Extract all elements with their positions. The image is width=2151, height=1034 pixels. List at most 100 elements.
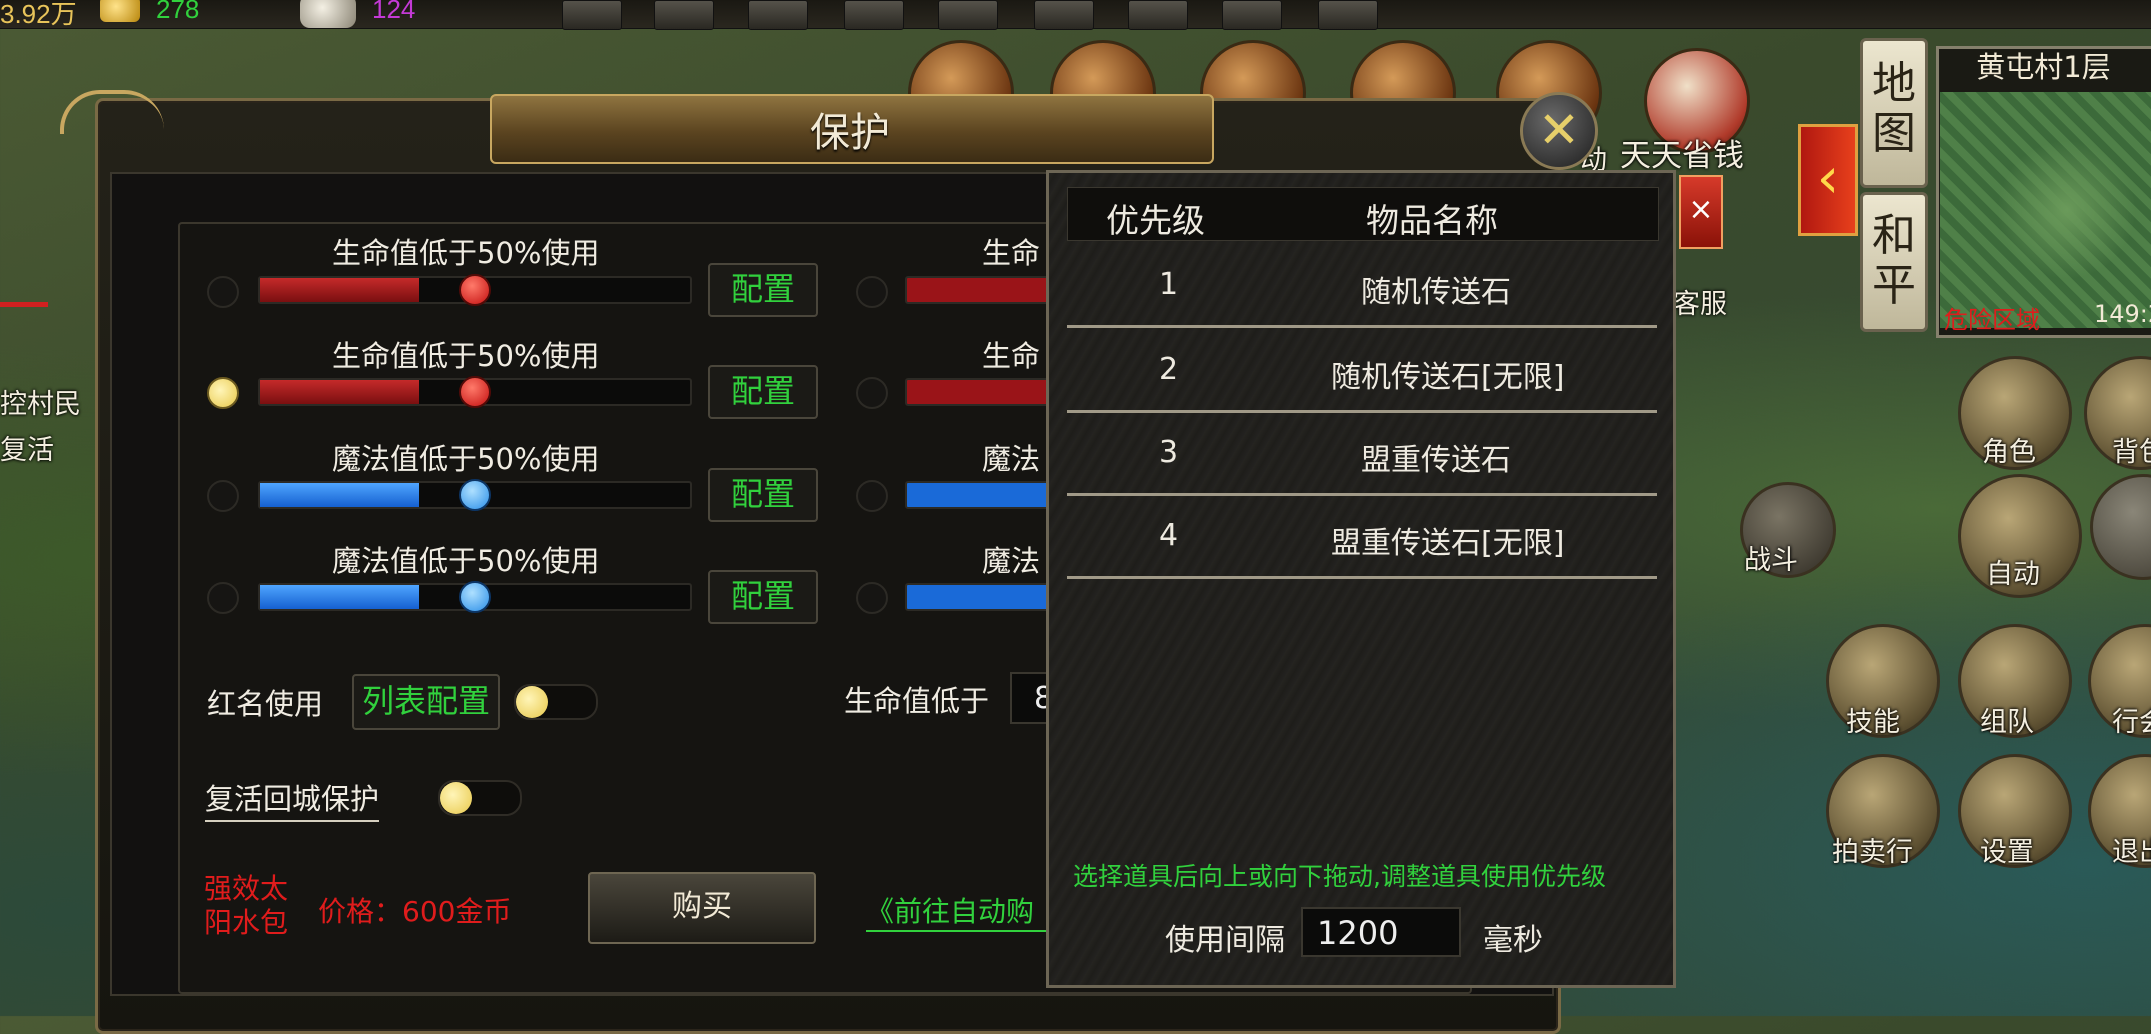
team-label: 组队 xyxy=(1980,707,2034,738)
hp-slider-knob[interactable] xyxy=(459,376,491,408)
gold-amount: 278 xyxy=(156,0,200,24)
potion-name: 强效太 阳水包 xyxy=(204,872,288,940)
auto-label: 自动 xyxy=(1986,559,2040,590)
auction-label: 拍卖行 xyxy=(1832,837,1913,868)
right-row-label: 魔法 xyxy=(982,544,1041,578)
mp-slider-fill xyxy=(260,483,420,507)
right-row-label: 生命 xyxy=(982,236,1041,270)
hp-slider-fill xyxy=(260,278,420,302)
popup-close-button[interactable]: × xyxy=(1679,175,1723,249)
mp-slider-knob[interactable] xyxy=(459,581,491,613)
right-hp-slider[interactable] xyxy=(905,276,1069,304)
right-row-label: 魔法 xyxy=(982,442,1041,476)
top-menu-icon-9[interactable] xyxy=(1318,0,1378,30)
minimap-image xyxy=(1940,92,2151,328)
npc-name-label: 控村民 xyxy=(0,389,81,420)
panel-close-button[interactable]: ✕ xyxy=(1520,92,1598,170)
item-name: 随机传送石 xyxy=(1361,275,1511,310)
danger-zone-label: 危险区域 xyxy=(1944,306,2040,334)
priority-number: 1 xyxy=(1159,267,1179,302)
settings-label: 设置 xyxy=(1980,837,2034,868)
fight-label: 战斗 xyxy=(1744,545,1798,576)
item-name: 随机传送石[无限] xyxy=(1331,360,1565,395)
priority-row[interactable]: 4 盟重传送石[无限] xyxy=(1067,494,1657,579)
item-name: 盟重传送石 xyxy=(1361,443,1511,478)
row-radio[interactable] xyxy=(207,276,239,308)
item-name: 盟重传送石[无限] xyxy=(1331,526,1565,561)
toggle-knob xyxy=(440,782,472,814)
interval-label: 使用间隔 xyxy=(1165,923,1285,958)
header-priority: 优先级 xyxy=(1106,201,1205,240)
peace-button-char: 平 xyxy=(1872,260,1916,311)
buy-button[interactable]: 购买 xyxy=(588,872,816,944)
top-menu-icon-2[interactable] xyxy=(654,0,714,30)
top-menu-icon-5[interactable] xyxy=(938,0,998,30)
revive-short-label: 复活 xyxy=(0,435,54,466)
silver-amount: 3.92万 xyxy=(0,0,77,29)
mp-slider-fill xyxy=(260,585,420,609)
panel-corner-ornament xyxy=(60,90,164,134)
right-row-radio[interactable] xyxy=(856,480,888,512)
exit-label: 退出 xyxy=(2112,837,2151,868)
row-radio[interactable] xyxy=(207,480,239,512)
hp-below-input[interactable]: 8 xyxy=(1010,672,1053,724)
interval-input[interactable]: 1200 xyxy=(1301,907,1461,957)
priority-row[interactable]: 2 随机传送石[无限] xyxy=(1067,328,1657,413)
peace-button-char: 和 xyxy=(1872,210,1916,261)
guild-label: 行会 xyxy=(2112,707,2151,738)
potion-price: 价格：600金币 xyxy=(318,895,512,928)
config-button[interactable]: 配置 xyxy=(708,365,818,419)
right-mp-slider[interactable] xyxy=(905,481,1069,509)
row-radio[interactable] xyxy=(207,582,239,614)
hp-below-label: 生命值低于 xyxy=(844,684,990,718)
red-name-toggle[interactable] xyxy=(514,684,598,720)
revive-toggle[interactable] xyxy=(438,780,522,816)
side-button[interactable] xyxy=(2090,474,2151,580)
top-menu-icon-7[interactable] xyxy=(1128,0,1188,30)
top-menu-icon-6[interactable] xyxy=(1034,0,1094,30)
top-resource-bar: 3.92万 278 124 xyxy=(0,0,2151,30)
priority-row[interactable]: 1 随机传送石 xyxy=(1067,243,1657,328)
right-mp-slider[interactable] xyxy=(905,583,1069,611)
right-row-radio[interactable] xyxy=(856,377,888,409)
right-row-radio[interactable] xyxy=(856,582,888,614)
header-item-name: 物品名称 xyxy=(1366,201,1498,240)
top-menu-icon-1[interactable] xyxy=(562,0,622,30)
revive-protect-label[interactable]: 复活回城保护 xyxy=(205,776,380,822)
saver-label: 天天省钱 xyxy=(1620,138,1744,174)
item-priority-popup: 优先级 物品名称 1 随机传送石 2 随机传送石[无限] 3 盟重传送石 4 盟… xyxy=(1046,170,1676,988)
top-menu-icon-3[interactable] xyxy=(748,0,808,30)
ingot-amount: 124 xyxy=(372,0,416,24)
config-button[interactable]: 配置 xyxy=(708,468,818,522)
priority-row[interactable]: 3 盟重传送石 xyxy=(1067,411,1657,496)
potion-name-line: 阳水包 xyxy=(204,906,289,939)
right-row-radio[interactable] xyxy=(856,276,888,308)
top-menu-icon-8[interactable] xyxy=(1222,0,1282,30)
zone-name: 黄屯村1层 xyxy=(1976,50,2111,84)
config-button[interactable]: 配置 xyxy=(708,570,818,624)
priority-table-header: 优先级 物品名称 xyxy=(1067,187,1659,241)
hp-slider-fill xyxy=(260,380,420,404)
top-menu-icon-4[interactable] xyxy=(844,0,904,30)
red-name-label: 红名使用 xyxy=(207,687,324,721)
hp-slider-knob[interactable] xyxy=(459,274,491,306)
config-button[interactable]: 配置 xyxy=(708,263,818,317)
map-button-char: 图 xyxy=(1872,108,1916,159)
row-label: 魔法值低于50%使用 xyxy=(332,442,600,476)
collapse-arrow-button[interactable]: ‹ xyxy=(1798,124,1858,236)
priority-number: 4 xyxy=(1159,518,1179,553)
map-button-char: 地 xyxy=(1872,58,1916,109)
row-radio-selected[interactable] xyxy=(207,377,239,409)
map-button[interactable]: 地 图 xyxy=(1860,38,1928,188)
skill-label: 技能 xyxy=(1846,707,1900,738)
list-config-button[interactable]: 列表配置 xyxy=(352,674,500,730)
mp-slider-knob[interactable] xyxy=(459,479,491,511)
ingot-icon xyxy=(300,0,356,28)
right-hp-slider[interactable] xyxy=(905,378,1069,406)
priority-number: 3 xyxy=(1159,435,1179,470)
peace-mode-button[interactable]: 和 平 xyxy=(1860,192,1928,332)
bag-label: 背包 xyxy=(2112,437,2151,468)
goto-auto-buy-link[interactable]: 《前往自动购 xyxy=(866,890,1046,932)
row-label: 生命值低于50%使用 xyxy=(332,339,600,373)
panel-title: 保护 xyxy=(810,110,890,156)
